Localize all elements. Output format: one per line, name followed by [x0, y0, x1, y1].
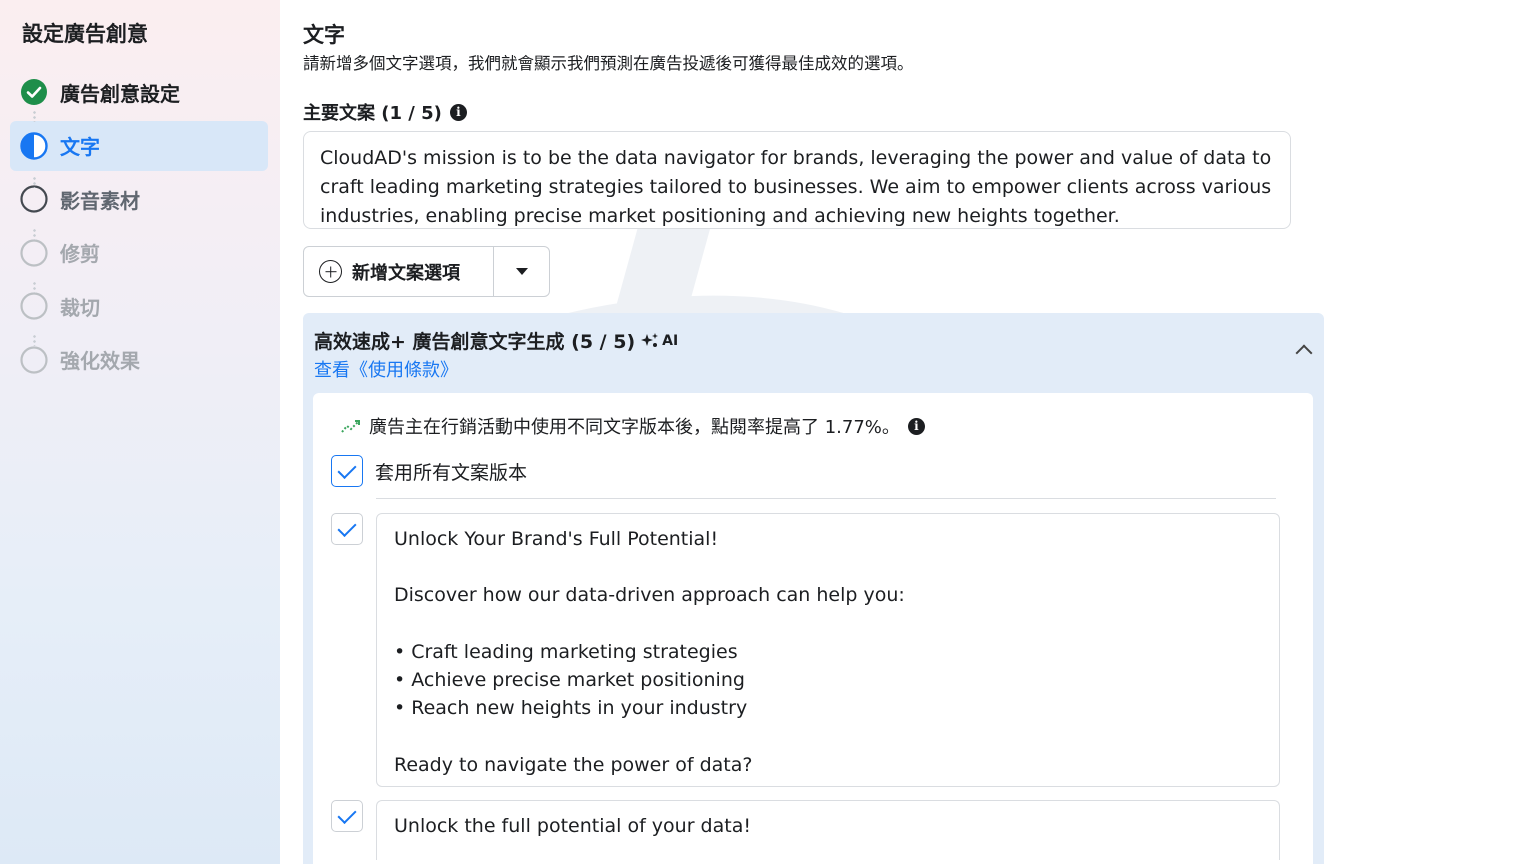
step-label: 修剪 — [60, 242, 100, 266]
step-connector — [33, 281, 36, 293]
step-label: 廣告創意設定 — [60, 81, 180, 106]
add-text-option-group: 新增文案選項 — [303, 246, 550, 297]
ai-panel-title: 高效速成+ 廣告創意文字生成 (5 / 5) AI — [314, 327, 678, 354]
variant-bullet: Achieve precise market positioning — [394, 666, 1262, 694]
apply-all-checkbox[interactable] — [331, 455, 363, 487]
check-circle-icon — [20, 78, 48, 106]
variant-text-box[interactable]: Unlock the full potential of your data! — [376, 800, 1280, 860]
half-circle-icon — [20, 131, 48, 160]
info-icon[interactable]: i — [449, 103, 467, 121]
sidebar-title: 設定廣告創意 — [22, 22, 148, 46]
add-text-dropdown-button[interactable] — [494, 247, 549, 296]
empty-circle-icon — [20, 238, 48, 267]
step-enhance[interactable]: 強化效果 — [10, 335, 268, 385]
ai-suggestions-card: 廣告主在行銷活動中使用不同文字版本後，點閱率提高了 1.77%。 i 套用所有文… — [313, 393, 1313, 864]
primary-text-label-text: 主要文案 (1 / 5) — [303, 103, 442, 124]
variant-line: Unlock Your Brand's Full Potential! — [394, 528, 719, 550]
info-icon[interactable]: i — [907, 417, 925, 435]
divider — [376, 498, 1276, 499]
step-crop[interactable]: 裁切 — [10, 281, 268, 331]
variant-bullet: Reach new heights in your industry — [394, 694, 1262, 722]
primary-text-label: 主要文案 (1 / 5) i — [303, 99, 467, 125]
step-connector — [33, 228, 36, 240]
empty-circle-icon — [20, 345, 48, 374]
sidebar: 設定廣告創意 廣告創意設定 文字 影音素材 修剪 裁切 強化效果 — [0, 0, 280, 864]
ai-badge: AI — [641, 332, 679, 349]
step-label: 影音素材 — [60, 188, 140, 213]
variant-line: Discover how our data-driven approach ca… — [394, 584, 905, 607]
variant-line: Unlock the full potential of your data! — [394, 815, 751, 837]
empty-circle-icon — [20, 292, 48, 320]
step-connector — [33, 176, 36, 188]
variant-text-box[interactable]: Unlock Your Brand's Full Potential! Disc… — [376, 513, 1280, 787]
main-content: 文字 請新增多個文字選項，我們就會顯示我們預測在廣告投遞後可獲得最佳成效的選項。… — [303, 0, 1536, 864]
text-variant-1: Unlock Your Brand's Full Potential! Disc… — [331, 513, 1280, 787]
step-trim[interactable]: 修剪 — [10, 228, 268, 278]
ai-badge-text: AI — [662, 332, 679, 349]
add-text-option-label: 新增文案選項 — [352, 262, 460, 284]
add-text-option-button[interactable]: 新增文案選項 — [304, 247, 494, 296]
step-label: 裁切 — [60, 295, 100, 320]
variant-bullet: Craft leading marketing strategies — [394, 638, 1262, 666]
step-label: 強化效果 — [60, 349, 140, 373]
caret-down-icon — [515, 268, 528, 275]
primary-text-input[interactable]: CloudAD's mission is to be the data navi… — [303, 131, 1291, 229]
terms-link[interactable]: 查看《使用條款》 — [314, 356, 458, 382]
step-text[interactable]: 文字 — [10, 120, 268, 171]
ctr-stat: 廣告主在行銷活動中使用不同文字版本後，點閱率提高了 1.77%。 i — [341, 413, 925, 439]
step-connector — [33, 334, 36, 346]
sparkle-icon — [641, 332, 659, 347]
apply-all-label: 套用所有文案版本 — [375, 461, 528, 484]
step-list: 廣告創意設定 文字 影音素材 修剪 裁切 強化效果 — [10, 67, 268, 388]
plus-circle-icon — [319, 260, 342, 283]
apply-all-row: 套用所有文案版本 — [331, 455, 527, 487]
step-label: 文字 — [60, 135, 100, 159]
variant-checkbox[interactable] — [331, 800, 363, 832]
ai-panel-title-text: 高效速成+ 廣告創意文字生成 (5 / 5) — [314, 331, 636, 353]
empty-circle-icon — [20, 185, 48, 213]
ctr-stat-text: 廣告主在行銷活動中使用不同文字版本後，點閱率提高了 1.77%。 — [369, 417, 900, 438]
text-variant-2: Unlock the full potential of your data! — [331, 800, 1280, 860]
variant-line: Ready to navigate the power of data? — [394, 753, 753, 776]
chevron-up-icon[interactable] — [1295, 344, 1313, 362]
variant-checkbox[interactable] — [331, 513, 363, 545]
trend-up-icon — [341, 420, 360, 433]
section-title: 文字 — [303, 23, 345, 47]
ai-text-generation-panel: 高效速成+ 廣告創意文字生成 (5 / 5) AI 查看《使用條款》 廣告主在行… — [303, 313, 1324, 864]
step-connector — [33, 110, 36, 122]
step-creative-setup[interactable]: 廣告創意設定 — [10, 67, 268, 117]
section-subtitle: 請新增多個文字選項，我們就會顯示我們預測在廣告投遞後可獲得最佳成效的選項。 — [303, 54, 914, 73]
step-media[interactable]: 影音素材 — [10, 174, 268, 224]
